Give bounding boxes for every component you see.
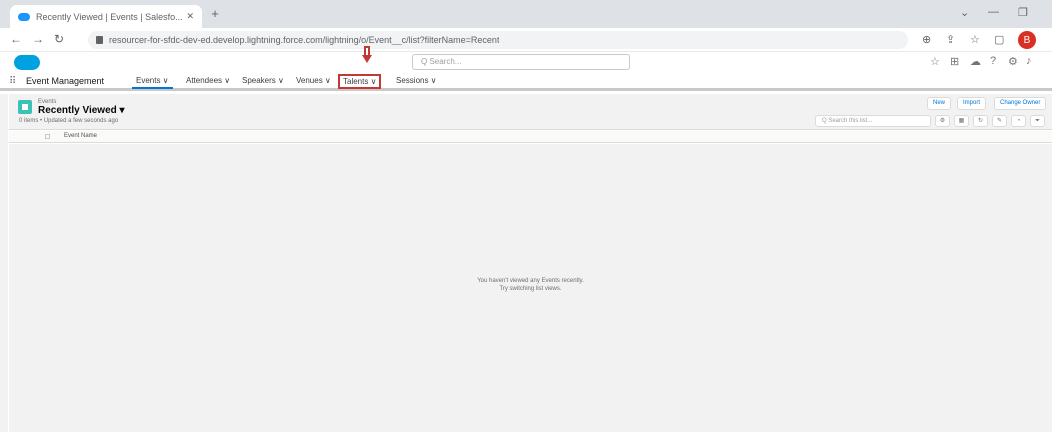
import-button[interactable]: Import xyxy=(957,97,987,110)
list-view-header: Events Recently Viewed ▾ 0 items • Updat… xyxy=(9,94,1052,130)
app-navigation-bar: ⠿ Event Management Events ∨ Attendees ∨ … xyxy=(0,72,1052,91)
list-meta: 0 items • Updated a few seconds ago xyxy=(19,118,119,124)
settings-gear-icon[interactable]: ⚙ xyxy=(935,115,950,127)
chevron-down-icon[interactable]: ⌄ xyxy=(960,6,969,19)
global-search-input[interactable]: Q Search... xyxy=(412,54,630,70)
tab-attendees[interactable]: Attendees ∨ xyxy=(182,74,234,89)
display-as-table-icon[interactable]: ▦ xyxy=(954,115,969,127)
refresh-icon[interactable]: ↻ xyxy=(973,115,988,127)
empty-state-line-1: You haven't viewed any Events recently. xyxy=(477,278,584,284)
browser-tab-title: Recently Viewed | Events | Salesfo... xyxy=(36,11,183,22)
gear-icon[interactable]: ⚙ xyxy=(1008,55,1018,68)
app-name: Event Management xyxy=(26,76,105,86)
select-all-checkbox[interactable] xyxy=(45,134,50,139)
lock-icon xyxy=(96,36,103,44)
browser-tab-strip: Recently Viewed | Events | Salesfo... ✕ … xyxy=(0,0,1052,28)
setup-assist-icon[interactable]: ☁ xyxy=(970,55,981,68)
favorites-icon[interactable]: ☆ xyxy=(930,55,940,68)
tab-venues[interactable]: Venues ∨ xyxy=(292,74,335,89)
list-view-selector[interactable]: Recently Viewed ▾ xyxy=(38,105,125,116)
empty-list-area: You haven't viewed any Events recently. … xyxy=(9,144,1052,432)
app-launcher-icon[interactable]: ⊞ xyxy=(950,55,959,68)
edit-icon[interactable]: ✎ xyxy=(992,115,1007,127)
window-icon[interactable]: ▢ xyxy=(994,33,1004,46)
change-owner-button[interactable]: Change Owner xyxy=(994,97,1047,110)
share-icon[interactable]: ⇪ xyxy=(946,33,955,46)
forward-arrow-icon[interactable]: → xyxy=(32,32,44,46)
tab-events[interactable]: Events ∨ xyxy=(132,74,173,89)
help-icon[interactable]: ? xyxy=(990,55,996,67)
salesforce-logo-icon[interactable] xyxy=(14,55,40,70)
tab-speakers[interactable]: Speakers ∨ xyxy=(238,74,288,89)
address-bar[interactable]: resourcer-for-sfdc-dev-ed.develop.lightn… xyxy=(88,31,908,49)
column-header-event-name[interactable]: Event Name xyxy=(64,133,97,139)
annotation-arrow xyxy=(362,46,372,64)
back-arrow-icon[interactable]: ← xyxy=(10,32,22,46)
new-tab-button[interactable]: + xyxy=(207,6,223,21)
new-button[interactable]: New xyxy=(927,97,952,110)
notification-bell-icon[interactable]: ♪ xyxy=(1026,55,1032,67)
event-object-icon xyxy=(18,100,32,114)
salesforce-cloud-icon xyxy=(18,12,30,21)
reload-icon[interactable]: ↻ xyxy=(54,32,64,46)
empty-state-line-2: Try switching list views. xyxy=(499,286,562,292)
url-text: resourcer-for-sfdc-dev-ed.develop.lightn… xyxy=(109,35,500,45)
empty-state-message: You haven't viewed any Events recently. … xyxy=(9,277,1052,293)
table-header-row: Event Name xyxy=(9,131,1052,143)
app-launcher-grid-icon[interactable]: ⠿ xyxy=(9,76,16,87)
list-search-input[interactable]: Q Search this list... xyxy=(815,115,931,127)
close-icon[interactable]: ✕ xyxy=(186,11,194,22)
tab-sessions[interactable]: Sessions ∨ xyxy=(392,74,441,89)
minimize-icon[interactable]: — xyxy=(988,6,999,18)
browser-tab[interactable]: Recently Viewed | Events | Salesfo... ✕ xyxy=(10,5,202,28)
restore-icon[interactable]: ❐ xyxy=(1018,6,1028,19)
zoom-icon[interactable]: ⊕ xyxy=(922,33,931,46)
browser-toolbar: ← → ↻ resourcer-for-sfdc-dev-ed.develop.… xyxy=(0,28,1052,52)
bookmark-star-icon[interactable]: ☆ xyxy=(970,33,980,46)
chart-icon[interactable]: ◔ xyxy=(1011,115,1026,127)
tab-talents[interactable]: Talents ∨ xyxy=(338,74,382,89)
filter-icon[interactable]: ⏷ xyxy=(1030,115,1045,127)
profile-avatar[interactable]: B xyxy=(1018,31,1036,49)
left-gutter xyxy=(0,94,8,432)
salesforce-header: Q Search... ☆ ⊞ ☁ ? ⚙ ♪ xyxy=(0,52,1052,72)
